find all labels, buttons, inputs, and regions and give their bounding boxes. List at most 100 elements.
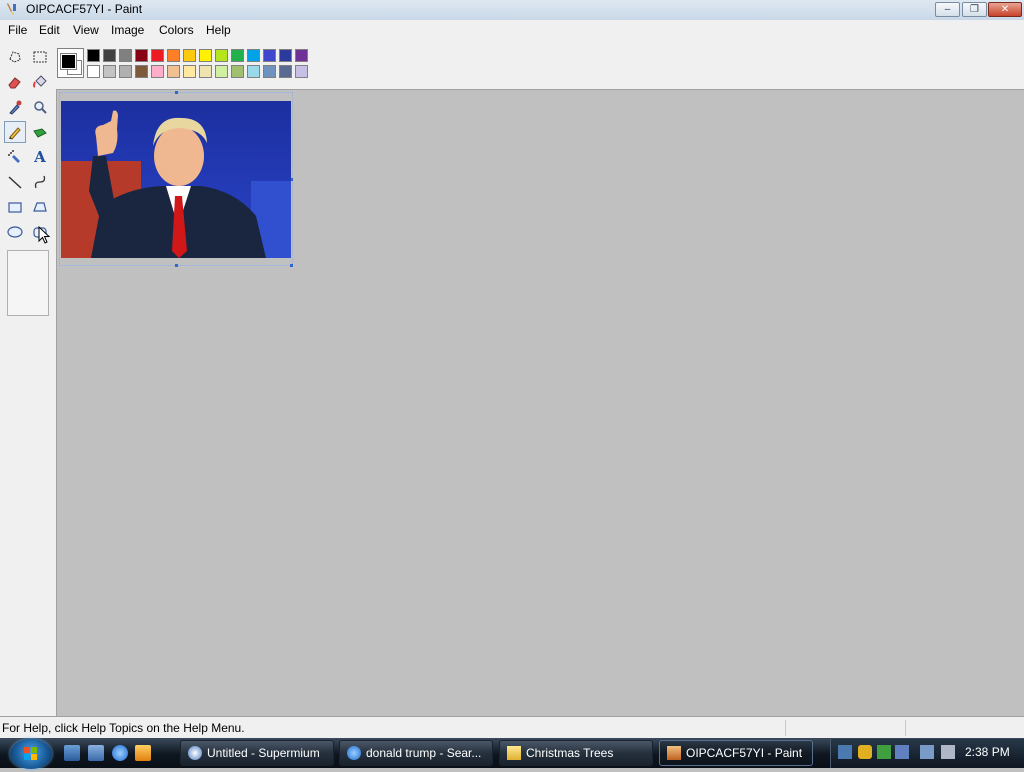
menu-help[interactable]: Help (202, 22, 235, 38)
foreground-color-swatch[interactable] (61, 54, 76, 69)
palette-swatch[interactable] (151, 65, 164, 78)
menu-view[interactable]: View (69, 22, 103, 38)
palette-swatch[interactable] (183, 65, 196, 78)
volume-muted-icon[interactable] (941, 745, 955, 759)
pick-color-tool[interactable] (4, 96, 26, 118)
taskbar-clock[interactable]: 2:38 PM (965, 745, 1010, 759)
tray-check-icon[interactable] (877, 745, 891, 759)
polygon-icon (33, 202, 47, 212)
taskbar-button-label: Christmas Trees (526, 746, 614, 760)
tool-options-box[interactable] (7, 250, 49, 316)
brush-icon (33, 128, 47, 138)
palette-swatch[interactable] (215, 49, 228, 62)
palette-swatch[interactable] (247, 65, 260, 78)
polygon-tool[interactable] (29, 196, 51, 218)
magnifier-tool[interactable] (29, 96, 51, 118)
free-form-select-icon (9, 51, 21, 63)
media-player-icon[interactable] (135, 745, 151, 761)
palette-swatch[interactable] (151, 49, 164, 62)
free-form-select-tool[interactable] (4, 46, 26, 68)
line-icon (8, 176, 22, 189)
pencil-icon (9, 127, 21, 140)
minimize-button[interactable]: – (935, 2, 960, 17)
palette-swatch[interactable] (87, 65, 100, 78)
close-button[interactable]: ✕ (988, 2, 1022, 17)
palette-swatch[interactable] (231, 65, 244, 78)
palette-swatch[interactable] (135, 49, 148, 62)
palette-swatch[interactable] (263, 65, 276, 78)
select-tool[interactable] (29, 46, 51, 68)
palette-swatch[interactable] (199, 49, 212, 62)
start-button[interactable] (10, 739, 52, 769)
fill-bucket-icon (33, 75, 47, 88)
eraser-icon (8, 77, 21, 89)
line-tool[interactable] (4, 171, 26, 193)
menu-bar: File Edit View Image Colors Help (0, 20, 1024, 40)
canvas-image[interactable] (61, 101, 291, 258)
palette-swatch[interactable] (215, 65, 228, 78)
internet-explorer-icon (347, 746, 361, 760)
palette-swatch[interactable] (279, 65, 292, 78)
show-desktop-icon[interactable] (64, 745, 80, 761)
mouse-cursor-icon (38, 226, 50, 244)
palette-swatch[interactable] (199, 65, 212, 78)
status-divider (785, 720, 786, 736)
window-title: OIPCACF57YI - Paint (26, 2, 143, 16)
palette-swatch[interactable] (103, 49, 116, 62)
taskbar-button-ie[interactable]: donald trump - Sear... (339, 740, 493, 766)
title-bar[interactable]: OIPCACF57YI - Paint – ❐ ✕ (0, 0, 1024, 21)
menu-image[interactable]: Image (107, 22, 148, 38)
internet-explorer-icon[interactable] (112, 745, 128, 761)
ellipse-tool[interactable] (4, 221, 26, 243)
paint-icon (667, 746, 681, 760)
palette-swatch[interactable] (279, 49, 292, 62)
brush-tool[interactable] (29, 121, 51, 143)
windows-logo-icon (24, 747, 37, 760)
palette-swatch[interactable] (167, 65, 180, 78)
maximize-button[interactable]: ❐ (962, 2, 987, 17)
taskbar-button-supermium[interactable]: Untitled - Supermium (180, 740, 334, 766)
menu-file[interactable]: File (4, 22, 31, 38)
taskbar-button-label: OIPCACF57YI - Paint (686, 746, 803, 760)
palette-swatch[interactable] (263, 49, 276, 62)
photo-image (61, 101, 291, 258)
text-tool[interactable]: A (29, 146, 51, 168)
canvas-resize-handle-corner[interactable] (290, 264, 293, 267)
select-icon (33, 51, 47, 63)
canvas-resize-handle-top[interactable] (175, 91, 178, 94)
airbrush-tool[interactable] (4, 146, 26, 168)
pencil-tool[interactable] (4, 121, 26, 143)
palette-swatch[interactable] (295, 49, 308, 62)
canvas-resize-handle-bottom[interactable] (175, 264, 178, 267)
menu-edit[interactable]: Edit (35, 22, 64, 38)
curve-tool[interactable] (29, 171, 51, 193)
pick-color-icon (9, 100, 22, 115)
rectangle-tool[interactable] (4, 196, 26, 218)
palette-swatch[interactable] (103, 65, 116, 78)
palette-swatch[interactable] (119, 49, 132, 62)
tray-app-icon[interactable] (838, 745, 852, 759)
tray-app-icon[interactable] (895, 745, 909, 759)
fill-tool[interactable] (29, 71, 51, 93)
ellipse-icon (7, 226, 23, 238)
network-icon[interactable] (920, 745, 934, 759)
curve-icon (34, 175, 46, 189)
eraser-tool[interactable] (4, 71, 26, 93)
palette-swatch[interactable] (247, 49, 260, 62)
palette-swatch[interactable] (87, 49, 100, 62)
palette-swatch[interactable] (231, 49, 244, 62)
status-bar: For Help, click Help Topics on the Help … (0, 716, 1024, 739)
menu-colors[interactable]: Colors (155, 22, 198, 38)
taskbar-button-paint[interactable]: OIPCACF57YI - Paint (659, 740, 813, 766)
palette-swatch[interactable] (183, 49, 196, 62)
palette-swatch[interactable] (135, 65, 148, 78)
switch-windows-icon[interactable] (88, 745, 104, 761)
taskbar-button-label: Untitled - Supermium (207, 746, 320, 760)
magnifier-icon (34, 101, 47, 114)
palette-swatch[interactable] (119, 65, 132, 78)
palette-swatch[interactable] (167, 49, 180, 62)
palette-swatch[interactable] (295, 65, 308, 78)
security-shield-icon[interactable] (858, 745, 872, 759)
folder-icon (507, 746, 521, 760)
taskbar-button-folder[interactable]: Christmas Trees (499, 740, 653, 766)
